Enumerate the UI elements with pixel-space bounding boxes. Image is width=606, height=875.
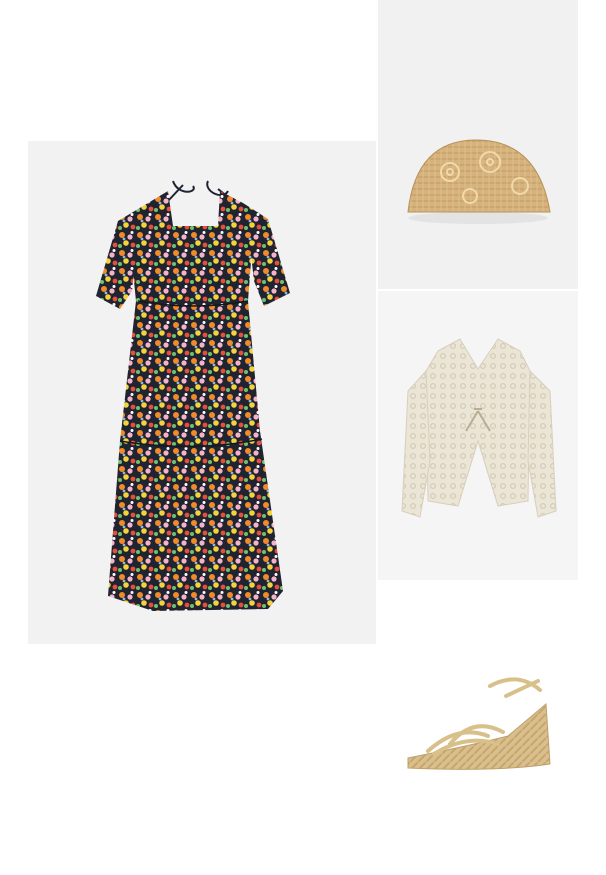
sandal-product-tile[interactable]: [378, 586, 578, 875]
espadrille-wedge-sandal-image: [407, 677, 551, 770]
clutch-product-tile[interactable]: [378, 0, 578, 289]
straw-clutch-image: [407, 139, 551, 224]
cardigan-product-tile[interactable]: [378, 291, 578, 580]
dress-product-tile[interactable]: [28, 141, 376, 644]
floral-dress-image: [96, 180, 290, 611]
crochet-cardigan-image: [401, 338, 557, 518]
